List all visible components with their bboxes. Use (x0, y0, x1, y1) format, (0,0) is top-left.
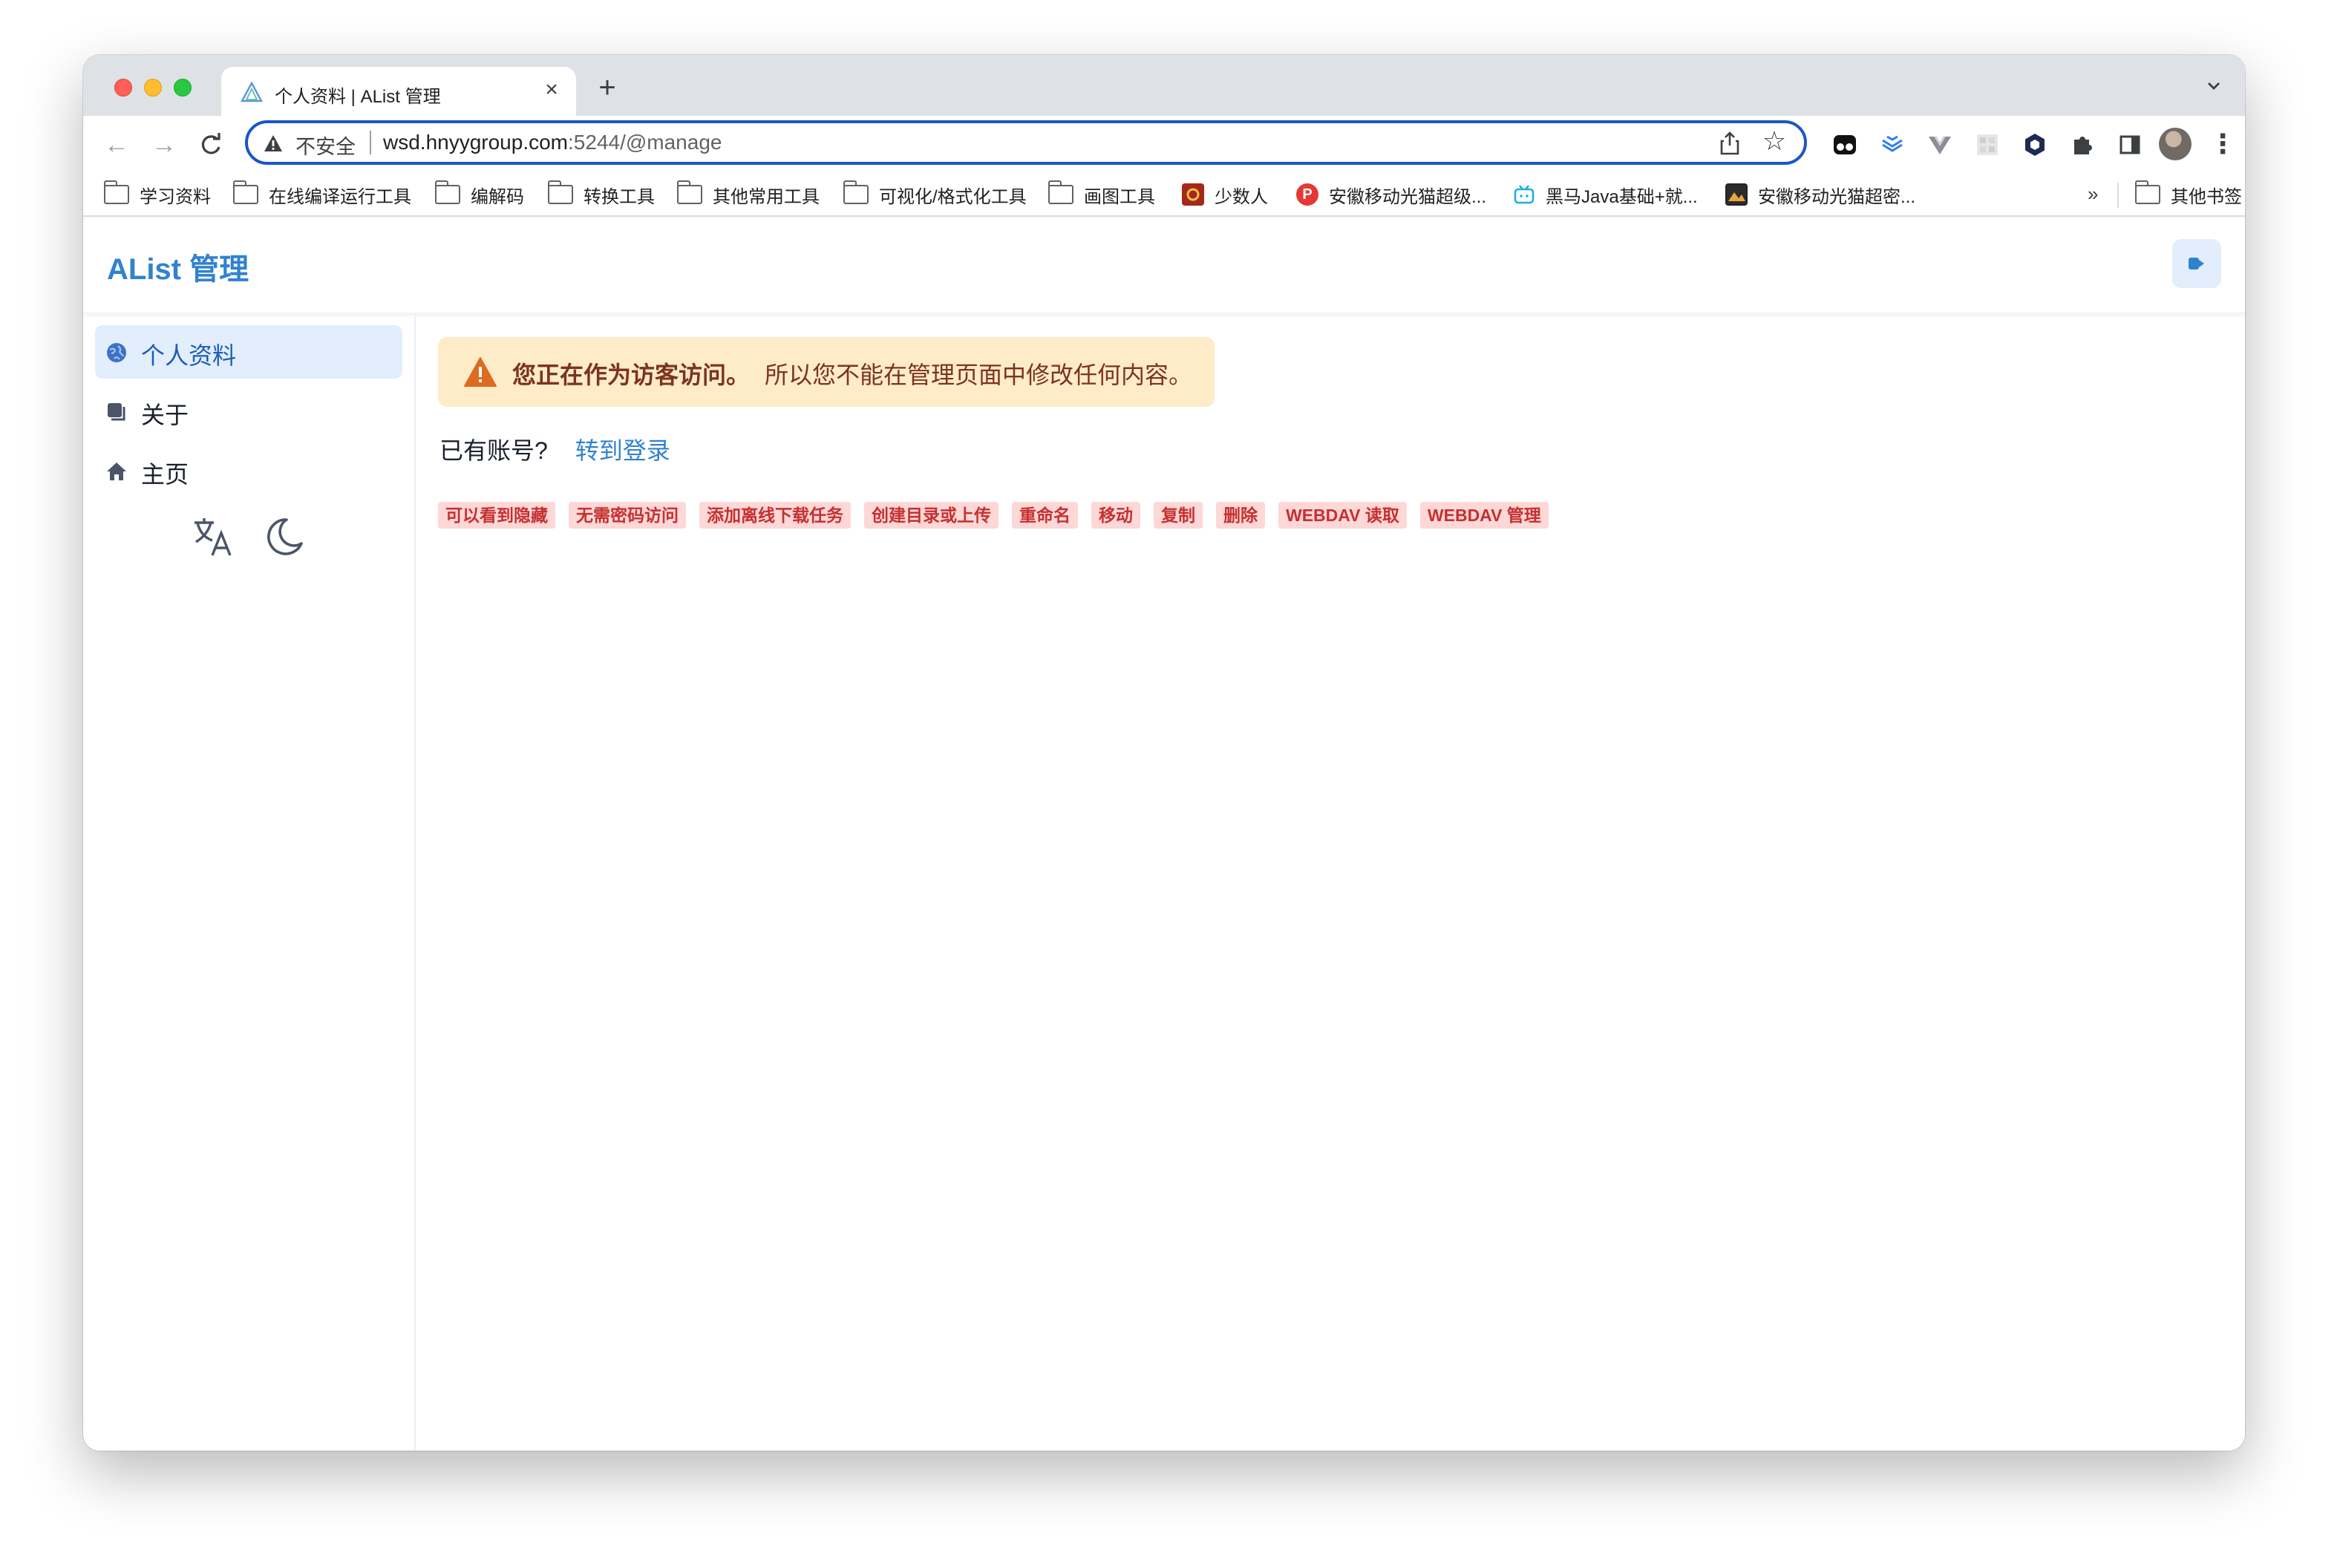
shaoshuren-favicon-icon (1182, 183, 1204, 206)
folder-icon (232, 180, 258, 204)
address-bar[interactable]: 不安全 wsd.hnyygroup.com:5244/@manage ☆ (245, 120, 1807, 165)
browser-menu-icon[interactable]: ⋮ (2209, 128, 2236, 160)
p-favicon-icon: P (1296, 183, 1318, 206)
url-text[interactable]: wsd.hnyygroup.com:5244/@manage (383, 131, 722, 154)
tab-search-chevron-icon[interactable] (2202, 74, 2226, 98)
sidebar-item-about[interactable]: 关于 (95, 385, 402, 438)
zoom-window-button[interactable] (174, 79, 192, 97)
alert-description: 所以您不能在管理页面中修改任何内容。 (765, 362, 1193, 388)
bookmark-star-icon[interactable]: ☆ (1759, 126, 1789, 156)
bookmark-link[interactable]: P 安徽移动光猫超级... (1296, 181, 1486, 208)
profile-avatar[interactable] (2159, 128, 2192, 160)
account-question: 已有账号? (439, 437, 548, 464)
alert-title: 您正在作为访客访问。 (512, 362, 751, 388)
app-header: AList 管理 (83, 217, 2245, 313)
logout-icon (2189, 258, 2204, 270)
language-translate-icon[interactable] (190, 514, 236, 560)
bookmark-link[interactable]: 安徽移动光猫超密... (1725, 181, 1915, 208)
close-window-button[interactable] (114, 79, 132, 97)
extension-incognito-icon[interactable] (1831, 131, 1859, 159)
permission-badge: WEBDAV 读取 (1278, 502, 1407, 529)
image-favicon-icon (1725, 183, 1748, 206)
reload-icon[interactable] (196, 129, 227, 160)
permission-badge: 复制 (1154, 502, 1203, 529)
tab-active[interactable]: 个人资料 | AList 管理 × (221, 67, 576, 116)
tab-strip: 个人资料 | AList 管理 × + (83, 55, 2245, 116)
bookmark-link[interactable]: 黑马Java基础+就... (1513, 181, 1698, 208)
extension-hexagon-icon[interactable] (2021, 131, 2049, 159)
omnibox-divider (370, 131, 371, 154)
browser-toolbar: ← → 不安全 wsd.hnyygroup.com:5244/@manage ☆ (83, 116, 2245, 174)
sidebar-item-home[interactable]: 主页 (95, 444, 402, 497)
permission-badge: 重命名 (1012, 502, 1078, 529)
bookmark-folder[interactable]: 转换工具 (547, 180, 655, 208)
account-prompt: 已有账号? 转到登录 (439, 432, 670, 466)
folder-icon (547, 180, 573, 204)
user-globe-icon (107, 343, 126, 362)
app-title[interactable]: AList 管理 (107, 245, 249, 288)
minimize-window-button[interactable] (144, 79, 162, 97)
forward-arrow-icon[interactable]: → (148, 129, 180, 160)
folder-icon (434, 180, 460, 204)
folder-icon (1048, 180, 1073, 204)
alist-logo-icon (241, 82, 263, 102)
extensions-puzzle-icon[interactable] (2068, 131, 2096, 159)
back-arrow-icon[interactable]: ← (101, 129, 132, 160)
folder-icon (843, 180, 869, 204)
sidebar: 个人资料 关于 主页 (83, 313, 416, 1451)
side-panel-icon[interactable] (2116, 131, 2144, 159)
folder-icon (676, 180, 702, 204)
warning-triangle-icon (464, 357, 497, 387)
alist-app: AList 管理 个人资料 关于 主页 您正在作为访客访问。 所以您不能在管理页… (83, 217, 2245, 1451)
folder-icon (103, 180, 129, 204)
logout-button[interactable] (2172, 239, 2221, 288)
guest-warning-alert: 您正在作为访客访问。 所以您不能在管理页面中修改任何内容。 (438, 337, 1215, 407)
permission-badge: 添加离线下载任务 (699, 502, 851, 529)
browser-window: 个人资料 | AList 管理 × + ← → 不安全 wsd.hnyygrou… (83, 55, 2245, 1451)
bookmarks-bar: 学习资料 在线编译运行工具 编解码 转换工具 其他常用工具 可视化/格式化工具 … (83, 174, 2245, 217)
permission-badge: 移动 (1091, 502, 1140, 529)
permission-badge: 删除 (1216, 502, 1265, 529)
main-content: 您正在作为访客访问。 所以您不能在管理页面中修改任何内容。 已有账号? 转到登录… (438, 313, 2245, 1451)
extension-vue-icon[interactable] (1926, 131, 1954, 159)
extension-grid-icon[interactable] (1973, 131, 2001, 159)
bookmark-folder[interactable]: 其他常用工具 (676, 180, 820, 208)
not-secure-warning-icon (264, 135, 282, 151)
folder-icon (2134, 180, 2160, 204)
other-bookmarks-folder[interactable]: 其他书签 (2134, 180, 2242, 208)
sidebar-item-profile[interactable]: 个人资料 (95, 325, 402, 379)
permission-badge: WEBDAV 管理 (1419, 502, 1549, 529)
permission-badge: 可以看到隐藏 (438, 502, 555, 529)
bookmarks-overflow-button[interactable]: » (2088, 183, 2098, 206)
extension-layers-icon[interactable] (1878, 131, 1906, 159)
copy-icon (108, 403, 125, 421)
bookmark-folder[interactable]: 学习资料 (103, 180, 211, 208)
bookmark-link[interactable]: 少数人 (1182, 181, 1268, 208)
bookmark-folder[interactable]: 可视化/格式化工具 (843, 180, 1027, 208)
goto-login-link[interactable]: 转到登录 (575, 437, 670, 464)
dark-mode-moon-icon[interactable] (261, 514, 307, 560)
bookmarks-divider (2117, 183, 2119, 208)
permission-badge: 创建目录或上传 (864, 502, 999, 529)
tab-close-icon[interactable]: × (539, 77, 564, 102)
bookmark-folder[interactable]: 编解码 (434, 180, 524, 208)
permission-badges: 可以看到隐藏 无需密码访问 添加离线下载任务 创建目录或上传 重命名 移动 复制… (438, 502, 1549, 529)
share-icon[interactable] (1718, 131, 1742, 156)
bilibili-favicon-icon (1513, 183, 1535, 206)
bookmark-folder[interactable]: 画图工具 (1048, 180, 1155, 208)
tab-title: 个人资料 | AList 管理 (275, 87, 441, 107)
new-tab-button[interactable]: + (592, 73, 622, 102)
bookmark-folder[interactable]: 在线编译运行工具 (232, 180, 411, 208)
security-label[interactable]: 不安全 (295, 131, 356, 160)
home-icon (107, 463, 126, 480)
permission-badge: 无需密码访问 (569, 502, 686, 529)
